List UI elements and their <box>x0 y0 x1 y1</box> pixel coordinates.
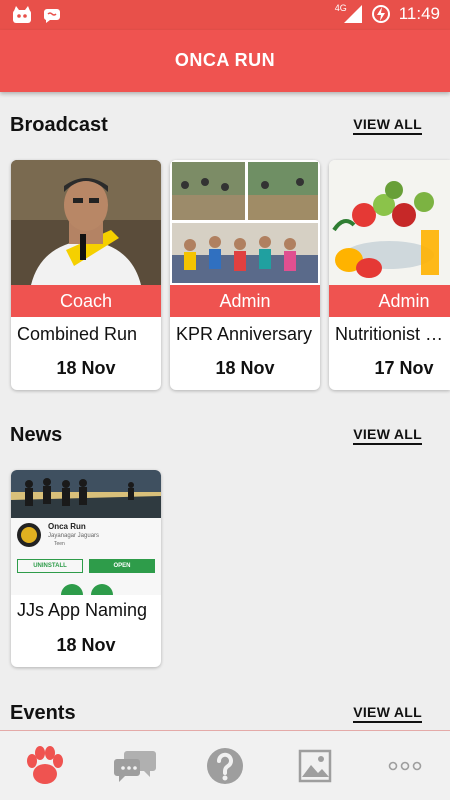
preview-rating: Teen <box>54 541 65 547</box>
news-card[interactable]: Onca Run Jayanagar Jaguars Teen UNINSTAL… <box>11 470 161 667</box>
chat-icon <box>114 750 156 782</box>
broadcast-title: Broadcast <box>10 113 108 136</box>
card-badge: Admin <box>170 285 320 317</box>
app-title: ONCA RUN <box>174 50 276 70</box>
card-title: Combined Run <box>17 324 138 344</box>
more-icon <box>388 761 422 770</box>
card-title: KPR Anniversary <box>176 324 313 344</box>
news-title: News <box>10 423 63 446</box>
coach-photo <box>11 160 161 285</box>
help-icon <box>207 747 243 784</box>
events-view-all-button[interactable]: VIEW ALL <box>353 704 422 723</box>
nav-chat[interactable] <box>105 741 165 791</box>
news-view-all-button[interactable]: VIEW ALL <box>353 426 422 445</box>
broadcast-card[interactable]: Admin Nutritionist Session 17 Nov <box>329 160 450 390</box>
broadcast-header: Broadcast VIEW ALL <box>10 112 422 138</box>
app-logo-icon <box>17 523 41 547</box>
status-time: 11:49 <box>398 4 440 23</box>
anniversary-collage-image <box>170 160 320 285</box>
events-title: Events <box>10 701 76 724</box>
events-header: Events VIEW ALL <box>10 700 422 726</box>
nav-more[interactable] <box>375 741 435 791</box>
status-bar: 4G 11:49 <box>0 0 450 30</box>
news-image: Onca Run Jayanagar Jaguars Teen UNINSTAL… <box>11 470 161 595</box>
broadcast-view-all-button[interactable]: VIEW ALL <box>353 116 422 135</box>
paw-icon <box>27 745 63 784</box>
app-bar: ONCA RUN <box>0 30 450 92</box>
bottom-navigation <box>0 730 450 800</box>
preview-green-badges <box>61 582 121 595</box>
card-date: 18 Nov <box>215 358 275 378</box>
cat-notification-icon <box>13 6 31 23</box>
nav-home[interactable] <box>15 741 75 791</box>
card-date: 18 Nov <box>56 635 116 655</box>
fruits-image <box>329 160 450 285</box>
nav-gallery[interactable] <box>285 741 345 791</box>
news-header: News VIEW ALL <box>10 422 422 448</box>
signal-icon <box>343 5 362 23</box>
gallery-icon <box>298 749 332 782</box>
card-date: 18 Nov <box>56 358 116 378</box>
card-title: JJs App Naming <box>17 600 148 620</box>
preview-open-button: OPEN <box>89 559 155 573</box>
battery-charging-icon <box>371 5 390 23</box>
preview-app-name: Onca Run <box>48 522 86 531</box>
nav-help[interactable] <box>195 741 255 791</box>
chat-wave-icon <box>43 9 60 23</box>
preview-developer: Jayanagar Jaguars <box>48 533 100 539</box>
card-date: 17 Nov <box>374 358 434 378</box>
preview-uninstall-button: UNINSTALL <box>17 559 83 573</box>
card-badge: Coach <box>11 285 161 317</box>
card-title: Nutritionist Session <box>335 324 446 344</box>
broadcast-card[interactable]: Admin KPR Anniversary 18 Nov <box>170 160 320 390</box>
broadcast-card[interactable]: Coach Combined Run 18 Nov <box>11 160 161 390</box>
card-badge: Admin <box>329 285 450 317</box>
